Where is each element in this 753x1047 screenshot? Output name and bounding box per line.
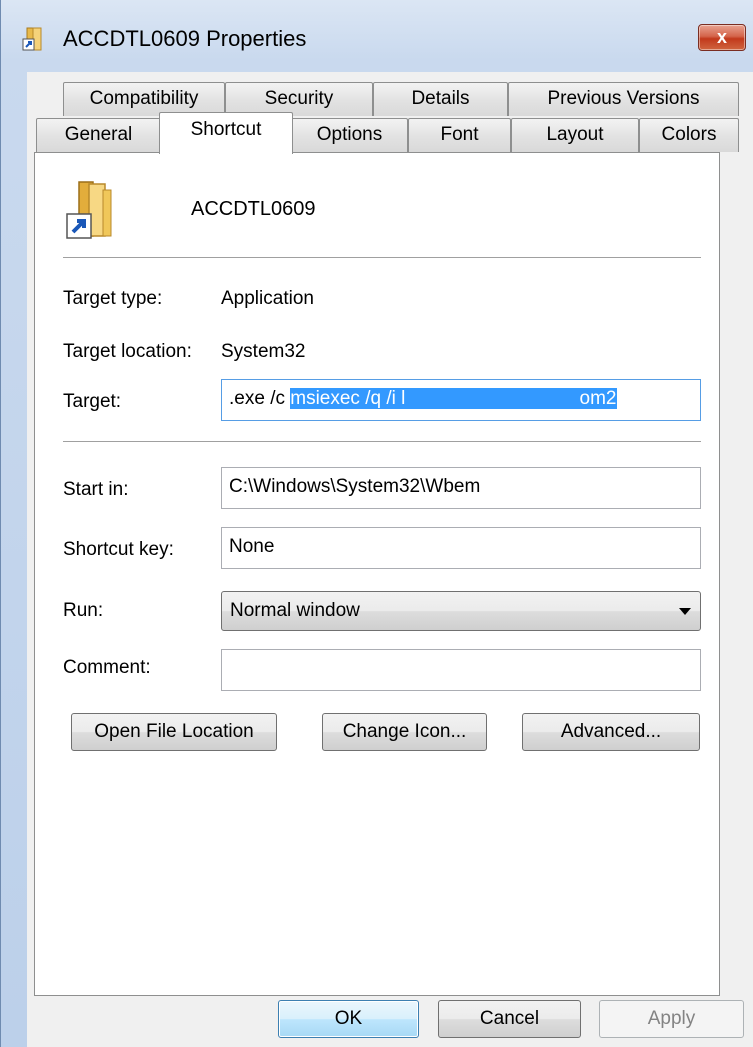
chevron-down-icon — [679, 608, 691, 615]
ok-button[interactable]: OK — [278, 1000, 419, 1038]
run-select[interactable]: Normal window — [221, 591, 701, 631]
tab-previous-versions[interactable]: Previous Versions — [508, 82, 739, 116]
tab-security[interactable]: Security — [225, 82, 373, 116]
divider-top — [63, 257, 701, 259]
close-icon: x — [716, 27, 727, 47]
window-title: ACCDTL0609 Properties — [63, 26, 307, 51]
shortcut-key-input[interactable]: None — [221, 527, 701, 569]
tab-layout[interactable]: Layout — [511, 118, 639, 152]
target-text-prefix: .exe /c — [229, 388, 291, 409]
advanced-button[interactable]: Advanced... — [522, 713, 700, 751]
target-location-label: Target location: — [63, 341, 192, 362]
tab-font[interactable]: Font — [408, 118, 511, 152]
tab-options[interactable]: Options — [291, 118, 408, 152]
shortcut-folder-icon — [22, 27, 42, 51]
comment-label: Comment: — [63, 657, 151, 678]
shortcut-name: ACCDTL0609 — [191, 198, 316, 220]
target-type-value: Application — [221, 288, 314, 309]
target-text-selection: msiexec /q /i l om2 — [290, 388, 617, 409]
open-file-location-button[interactable]: Open File Location — [71, 713, 277, 751]
window-frame: ACCDTL0609 Properties x Compatibility Se… — [0, 0, 753, 1047]
tab-shortcut[interactable]: Shortcut — [159, 112, 293, 154]
comment-input[interactable] — [221, 649, 701, 691]
apply-button[interactable]: Apply — [599, 1000, 744, 1038]
start-in-label: Start in: — [63, 479, 129, 500]
close-button[interactable]: x — [698, 24, 746, 51]
divider-middle — [63, 441, 701, 443]
change-icon-button[interactable]: Change Icon... — [322, 713, 487, 751]
tab-compatibility[interactable]: Compatibility — [63, 82, 225, 116]
cancel-button[interactable]: Cancel — [438, 1000, 581, 1038]
title-bar[interactable]: ACCDTL0609 Properties x — [1, 0, 753, 80]
shortcut-tab-panel: ACCDTL0609 Target type: Application Targ… — [34, 152, 720, 996]
shortcut-key-label: Shortcut key: — [63, 539, 174, 560]
target-input[interactable]: .exe /c msiexec /q /i l om2 — [221, 379, 701, 421]
start-in-input[interactable]: C:\Windows\System32\Wbem — [221, 467, 701, 509]
target-type-label: Target type: — [63, 288, 163, 309]
tab-colors[interactable]: Colors — [639, 118, 739, 152]
run-label: Run: — [63, 600, 104, 621]
tab-general[interactable]: General — [36, 118, 161, 152]
shortcut-folder-icon — [66, 181, 112, 239]
tab-details[interactable]: Details — [373, 82, 508, 116]
target-location-value: System32 — [221, 341, 306, 362]
target-label: Target: — [63, 391, 122, 412]
